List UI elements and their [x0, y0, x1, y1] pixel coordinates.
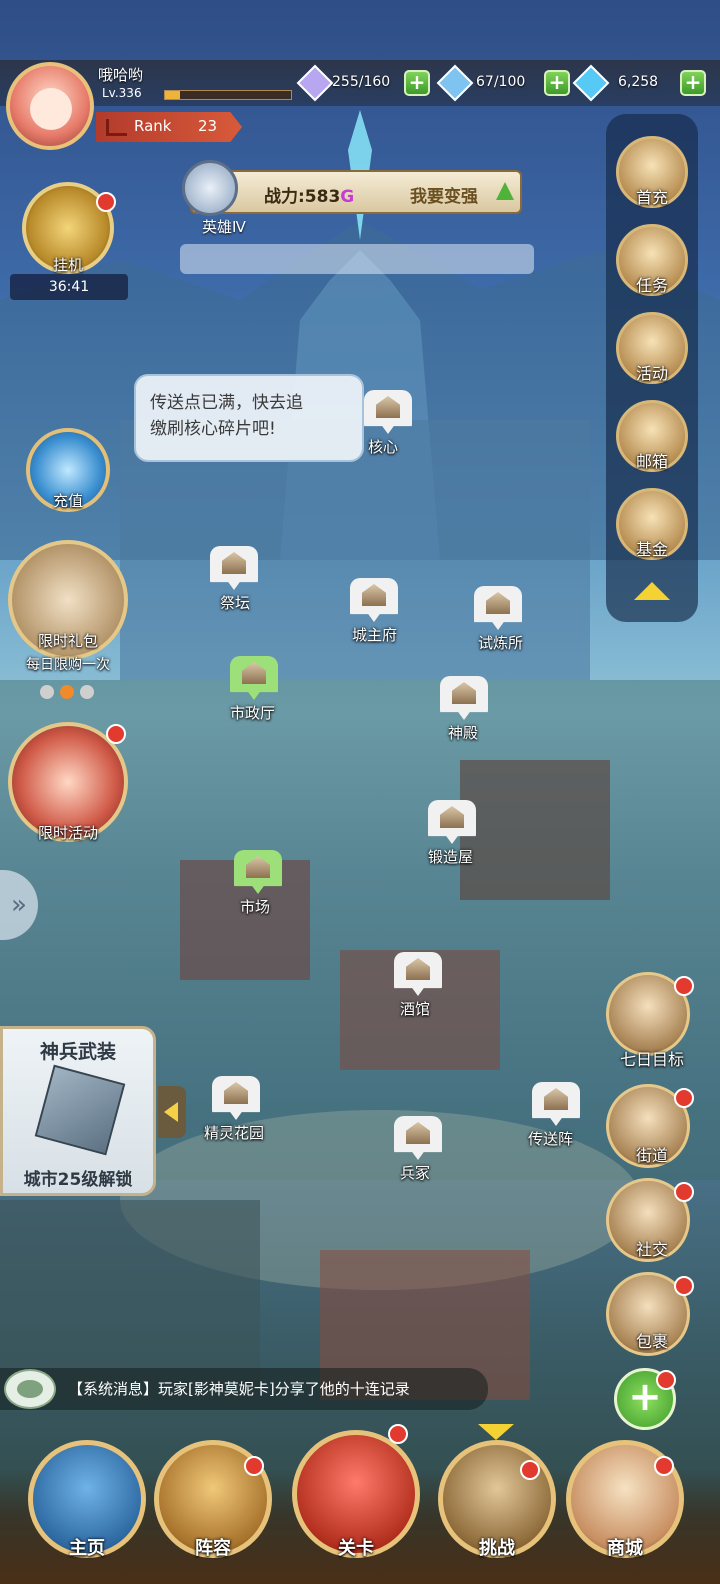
plus-red-dot	[656, 1370, 676, 1390]
weapon-unlock-text: 城市25级解锁	[23, 1170, 133, 1190]
tip-line-1: 传送点已满，快去追	[150, 393, 303, 413]
building-label: 兵冢	[400, 1164, 431, 1182]
building-label: 酒馆	[400, 1000, 431, 1018]
idle-label: 挂机	[52, 256, 83, 274]
diamond-icon	[572, 64, 610, 102]
building-label: 市政厅	[230, 704, 276, 722]
shop-red-dot	[654, 1456, 674, 1476]
system-message: 【系统消息】玩家[影神莫妮卡]分享了他的十连记录	[68, 1380, 410, 1398]
add-crystal-button[interactable]: +	[544, 70, 570, 96]
tip-line-2: 缴刷核心碎片吧!	[150, 419, 276, 439]
diamond-value: 6,258	[618, 74, 659, 90]
power-grade: G	[340, 187, 355, 207]
seven-day-goal-label: 七日目标	[619, 1050, 684, 1069]
xp-fill	[165, 91, 181, 99]
recharge-label: 充值	[52, 492, 83, 510]
idle-red-dot	[96, 192, 116, 212]
player-name: 哦哈哟	[98, 66, 144, 84]
collapse-weapon-tab[interactable]	[158, 1086, 186, 1138]
xp-bar	[164, 90, 292, 100]
quest-label: 任务	[635, 276, 668, 295]
stage-red-dot	[388, 1424, 408, 1444]
add-stamina-button[interactable]: +	[404, 70, 430, 96]
first-recharge-label: 首充	[635, 188, 668, 207]
bag-red-dot	[674, 1276, 694, 1296]
player-level: Lv.336	[102, 86, 142, 100]
nav-stage-label: 关卡	[338, 1538, 374, 1559]
event-red-dot	[106, 724, 126, 744]
nav-shop-label: 商城	[607, 1538, 643, 1559]
stamina-value: 255/160	[332, 74, 391, 90]
building-label: 精灵花园	[204, 1124, 265, 1142]
street-label: 街道	[635, 1146, 668, 1165]
crystal-value: 67/100	[476, 74, 526, 90]
left-arrow-icon	[164, 1102, 178, 1122]
nav-challenge-label: 挑战	[479, 1538, 515, 1559]
seven-day-red-dot	[674, 976, 694, 996]
dot[interactable]	[40, 685, 54, 699]
rank-label: Rank	[134, 117, 172, 135]
building-label: 锻造屋	[428, 848, 474, 866]
resource-diamond: 6,258 +	[572, 64, 712, 102]
strengthen-button[interactable]: 我要变强	[410, 182, 478, 207]
social-label: 社交	[635, 1240, 668, 1259]
nav-home-label: 主页	[69, 1538, 105, 1559]
rank-shield-icon	[182, 160, 238, 216]
blue-crystal-icon	[436, 64, 474, 102]
street-red-dot	[674, 1088, 694, 1108]
limited-event-label: 限时活动	[37, 824, 98, 842]
building-label: 试炼所	[478, 634, 524, 652]
mail-label: 邮箱	[635, 452, 668, 471]
chat-bubble-icon[interactable]	[4, 1369, 56, 1409]
building-label: 祭坛	[220, 594, 251, 612]
limited-gift-label: 限时礼包	[37, 632, 98, 650]
divine-weapon-panel[interactable]: 神兵武装 城市25级解锁	[0, 1026, 156, 1196]
challenge-red-dot	[520, 1460, 540, 1480]
building-label: 传送阵	[528, 1130, 574, 1148]
rank-icon	[106, 119, 127, 136]
player-avatar[interactable]	[6, 62, 94, 150]
avatar-face	[30, 88, 72, 130]
resource-stamina: 255/160 +	[296, 64, 432, 102]
social-red-dot	[674, 1182, 694, 1202]
building-label: 城主府	[352, 626, 398, 644]
rank-value: 23	[198, 117, 218, 135]
combat-power-panel[interactable]: 战力:583G 我要变强	[182, 160, 522, 216]
resource-crystal: 67/100 +	[436, 64, 572, 102]
fund-label: 基金	[635, 540, 668, 559]
combat-power: 战力:583G	[264, 187, 355, 207]
collapse-menu-button[interactable]	[634, 580, 670, 604]
building-label: 核心	[368, 438, 399, 456]
hero-title: 英雄Ⅳ	[202, 218, 246, 236]
system-chat-bar[interactable]: 【系统消息】玩家[影神莫妮卡]分享了他的十连记录	[0, 1368, 488, 1410]
bag-label: 包裹	[635, 1332, 668, 1351]
building-label: 神殿	[448, 724, 479, 742]
weapon-cube-icon	[34, 1064, 126, 1156]
nav-lineup-label: 阵容	[195, 1538, 231, 1559]
limited-gift-sublabel: 每日限购一次	[26, 657, 110, 673]
up-arrow-icon	[496, 182, 514, 200]
add-diamond-button[interactable]: +	[680, 70, 706, 96]
rank-badge[interactable]: Rank 23	[96, 112, 242, 142]
building-label: 市场	[240, 898, 271, 916]
dot[interactable]	[80, 685, 94, 699]
activity-label: 活动	[635, 364, 668, 383]
gift-carousel-dots	[40, 684, 100, 703]
weapon-title: 神兵武装	[39, 1041, 116, 1063]
teleport-tip-bubble: 传送点已满，快去追 缴刷核心碎片吧!	[134, 374, 364, 462]
lineup-red-dot	[244, 1456, 264, 1476]
info-strip	[180, 244, 534, 274]
stamina-crystal-icon	[296, 64, 334, 102]
idle-timer: 36:41	[10, 274, 128, 300]
up-chevron-icon	[634, 582, 670, 600]
dot-active[interactable]	[60, 685, 74, 699]
